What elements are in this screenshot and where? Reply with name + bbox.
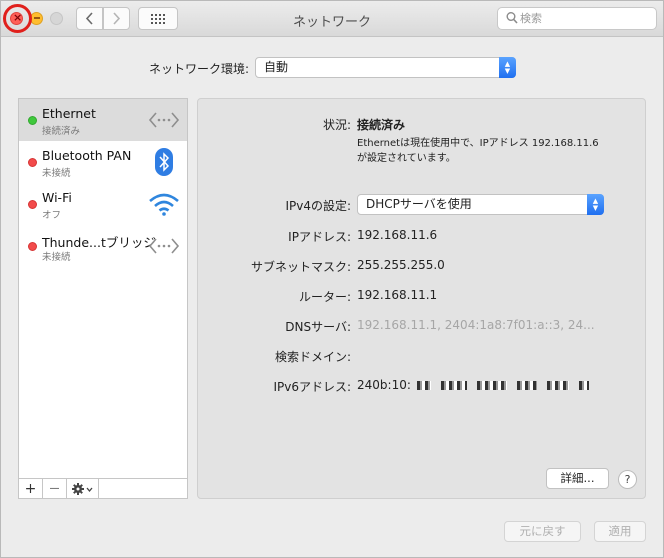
search-field[interactable] — [497, 7, 657, 30]
redacted-segment — [546, 381, 569, 390]
status-description-line2: が設定されています。 — [357, 153, 456, 164]
service-status: オフ — [42, 210, 62, 221]
service-item-thunderbolt-bridge[interactable]: Thunde...tブリッジ 未接続 — [19, 225, 187, 267]
service-name: Wi-Fi — [42, 190, 72, 205]
ipv4-config-label: IPv4の設定: — [285, 199, 351, 213]
location-label: ネットワーク環境: — [149, 62, 250, 76]
gear-icon — [71, 482, 92, 495]
dns-server-value: 192.168.11.1, 2404:1a8:7f01:a::3, 24... — [357, 318, 595, 332]
router-label: ルーター: — [298, 290, 351, 304]
status-dot-disconnected — [28, 200, 37, 209]
wifi-icon — [149, 193, 179, 216]
popup-arrows-icon: ▲ ▼ — [499, 57, 516, 78]
ipv6-address-label: IPv6アドレス: — [273, 380, 351, 394]
ipv4-config-value: DHCPサーバを使用 — [366, 197, 472, 211]
ipv6-address-prefix: 240b:10: — [357, 378, 411, 392]
search-domain-label: 検索ドメイン: — [274, 350, 351, 364]
title-bar: × ネットワーク — [1, 1, 663, 37]
service-name: Ethernet — [42, 106, 96, 121]
remove-service-button[interactable]: — — [43, 479, 67, 498]
dns-server-label: DNSサーバ: — [285, 320, 351, 334]
location-value: 自動 — [264, 60, 289, 74]
popup-arrows-icon: ▲ ▼ — [587, 194, 604, 215]
revert-button[interactable]: 元に戻す — [504, 521, 581, 542]
status-label: 状況: — [322, 118, 351, 132]
apply-button[interactable]: 適用 — [594, 521, 646, 542]
subnet-mask-label: サブネットマスク: — [250, 260, 351, 274]
plus-icon: + — [24, 480, 37, 497]
subnet-mask-value: 255.255.255.0 — [357, 258, 445, 272]
redacted-segment — [416, 381, 431, 390]
search-input[interactable] — [520, 11, 650, 26]
ipv6-address-value: 240b:10: — [357, 378, 589, 392]
redacted-segment — [578, 381, 589, 390]
minus-icon: — — [49, 483, 60, 494]
network-preferences-window: × ネットワーク ネットワー — [0, 0, 664, 558]
redacted-segment — [516, 381, 537, 390]
location-popup[interactable]: 自動 ▲ ▼ — [255, 57, 516, 78]
ethernet-arrows-icon — [148, 112, 180, 128]
advanced-button[interactable]: 詳細... — [546, 468, 609, 489]
status-dot-disconnected — [28, 242, 37, 251]
status-description-line1: Ethernetは現在使用中で、IPアドレス 192.168.11.6 — [357, 138, 599, 149]
redacted-segment — [476, 381, 507, 390]
add-service-button[interactable]: + — [19, 479, 43, 498]
help-button[interactable]: ? — [618, 470, 637, 489]
status-value: 接続済み — [357, 118, 406, 132]
status-dot-disconnected — [28, 158, 37, 167]
ip-address-value: 192.168.11.6 — [357, 228, 438, 242]
router-value: 192.168.11.1 — [357, 288, 438, 302]
search-icon — [506, 12, 518, 24]
status-dot-connected — [28, 116, 37, 125]
service-list-toolbar: + — — [18, 478, 188, 499]
ip-address-label: IPアドレス: — [288, 230, 351, 244]
service-item-bluetooth-pan[interactable]: Bluetooth PAN 未接続 — [19, 141, 187, 183]
service-name: Bluetooth PAN — [42, 148, 132, 163]
service-list[interactable]: Ethernet 接続済み Bluetooth PAN 未接続 Wi-Fi オフ — [18, 98, 188, 499]
service-status: 未接続 — [42, 252, 71, 263]
redacted-segment — [440, 381, 467, 390]
service-status: 未接続 — [42, 168, 71, 179]
thunderbolt-bridge-arrows-icon — [148, 238, 180, 254]
bluetooth-icon — [155, 148, 173, 176]
service-status: 接続済み — [42, 126, 81, 137]
service-item-ethernet[interactable]: Ethernet 接続済み — [19, 99, 187, 141]
service-item-wifi[interactable]: Wi-Fi オフ — [19, 183, 187, 225]
action-menu-button[interactable] — [67, 479, 99, 498]
ipv4-config-popup[interactable]: DHCPサーバを使用 ▲ ▼ — [357, 194, 604, 215]
